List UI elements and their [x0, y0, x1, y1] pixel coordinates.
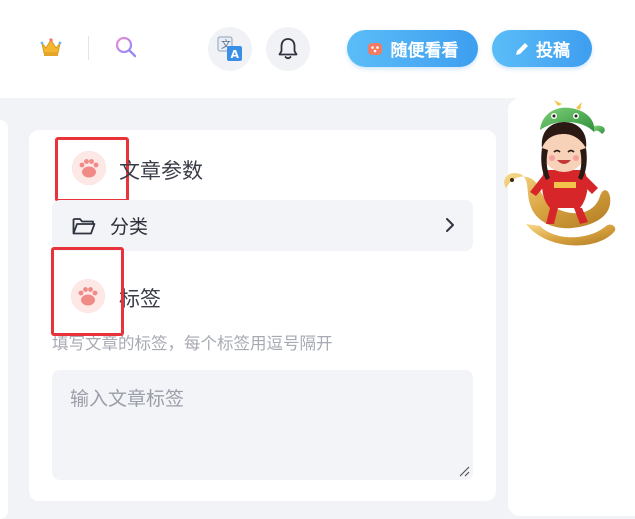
random-browse-button[interactable]: 随便看看 [347, 30, 478, 67]
category-selector[interactable]: 分类 [52, 200, 473, 251]
submit-post-button[interactable]: 投稿 [492, 30, 592, 67]
left-side-panel [0, 120, 8, 519]
top-header: 文 A 随便看看 投稿 [0, 0, 635, 98]
category-label: 分类 [110, 216, 149, 238]
resize-handle-icon[interactable] [458, 465, 470, 477]
highlight-box [51, 247, 124, 336]
translate-icon: 文 A [217, 36, 242, 61]
dragon-girl-mascot [504, 100, 616, 246]
crown-icon[interactable] [40, 37, 62, 57]
random-browse-label: 随便看看 [390, 41, 459, 61]
translate-button[interactable]: 文 A [208, 27, 252, 71]
pencil-icon [516, 42, 528, 55]
notification-button[interactable] [266, 27, 310, 71]
svg-text:A: A [231, 48, 240, 61]
dice-icon [367, 42, 382, 55]
chevron-right-icon [446, 218, 454, 232]
section-title-article-params: 文章参数 [119, 159, 203, 183]
section-title-tags: 标签 [119, 287, 161, 311]
highlight-box [55, 137, 129, 202]
tags-input[interactable] [52, 370, 473, 480]
search-icon[interactable] [114, 35, 138, 59]
folder-icon [72, 217, 96, 234]
header-divider [88, 36, 89, 60]
bell-icon [278, 38, 298, 60]
submit-post-label: 投稿 [536, 41, 570, 61]
